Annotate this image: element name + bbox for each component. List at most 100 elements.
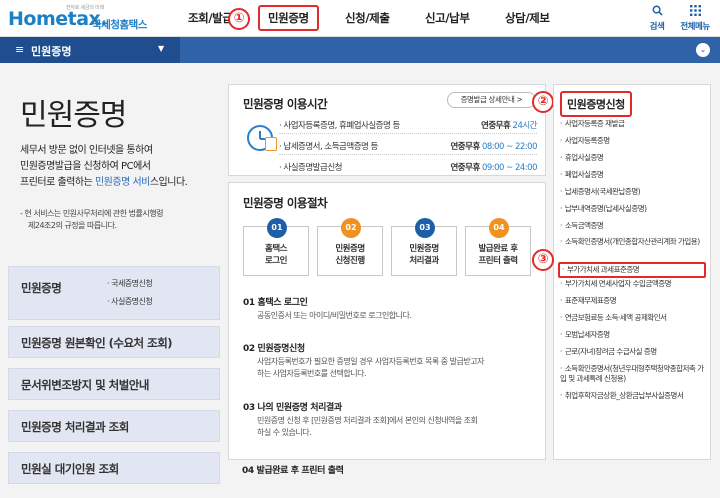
- apply-panel: 민원증명신청 사업자등록증 재발급 사업자등록증명 휴업사실증명 폐업사실증명 …: [553, 84, 711, 460]
- original-check-box[interactable]: 민원증명 원본확인 (수요처 조회): [8, 326, 220, 358]
- hours-time: 09:00 ~ 24:00: [481, 163, 538, 173]
- procedure-section-heading: 02 민원증명신청: [243, 344, 305, 354]
- desc-highlight: 민원증명 서비: [94, 177, 150, 188]
- apply-link[interactable]: 연금보험료등 소득·세액 공제확인서: [560, 313, 708, 323]
- step-line: 민원증명: [335, 244, 365, 254]
- nav-item-inquiry[interactable]: 조회/발급: [188, 10, 233, 26]
- hours-days: 연중무휴: [450, 163, 480, 173]
- apply-link[interactable]: 납부내역증명(납세사실증명): [560, 204, 708, 214]
- hours-row-value: 연중무휴 08:00 ~ 22:00: [450, 140, 537, 152]
- desc-text: 프린터로 출력하는: [20, 177, 95, 188]
- waiting-inquiry-label: 민원실 대기인원 조회: [21, 462, 119, 476]
- page-description: 세무서 방문 없이 인터넷을 통하여 민원증명발급을 신청하여 PC에서 프린터…: [20, 143, 220, 191]
- step-line: 홈택스: [265, 244, 287, 254]
- apply-link[interactable]: 납세증명서(국세완납증명): [560, 187, 708, 197]
- result-inquiry-box[interactable]: 민원증명 처리결과 조회: [8, 410, 220, 442]
- step-line: 신청진행: [335, 256, 365, 266]
- apply-link-vat-tax-base[interactable]: 부가가치세 과세표준증명: [558, 262, 706, 278]
- marker-2: ②: [532, 91, 554, 113]
- step-number: 03: [415, 218, 435, 238]
- nav-item-certificates[interactable]: 민원증명: [258, 5, 319, 31]
- procedure-title: 민원증명 이용절차: [243, 196, 328, 210]
- note-line: - 현 서비스는 민원사무처리에 관한 법률시행령: [20, 209, 163, 218]
- fact-certificate-link[interactable]: · 사실증명신청: [107, 296, 153, 307]
- procedure-section-text: 민원증명 신청 후 [민원증명 처리결과 조회]에서 본인의 신청내역을 조회하…: [257, 415, 527, 439]
- nav-item-consult[interactable]: 상담/제보: [505, 10, 550, 26]
- search-button[interactable]: 검색: [642, 5, 672, 32]
- page-title: 민원증명: [20, 98, 127, 133]
- document-icon: [265, 137, 277, 151]
- grid-icon: [680, 5, 710, 18]
- section-line: 사업자등록번호가 필요한 증명일 경우 사업자등록번호 목록 중 발급받고자: [257, 357, 484, 366]
- apply-link[interactable]: 사업자등록증 재발급: [560, 119, 708, 129]
- forgery-guide-box[interactable]: 문서위변조방지 및 처벌안내: [8, 368, 220, 400]
- hours-row: · 사업자등록증명, 휴폐업사실증명 등 연중무휴 24시간: [279, 115, 538, 134]
- waiting-inquiry-box[interactable]: 민원실 대기인원 조회: [8, 452, 220, 484]
- hours-row-label: · 사업자등록증명, 휴폐업사실증명 등: [279, 121, 400, 131]
- hamburger-icon: ≡: [15, 43, 25, 56]
- marker-1: ①: [228, 8, 250, 30]
- procedure-section-text: 공동인증서 또는 아이디/비밀번호로 로그인합니다.: [257, 310, 527, 322]
- certificate-box[interactable]: 민원증명 · 국세증명신청 · 사실증명신청: [8, 266, 220, 320]
- hours-row-value: 연중무휴 09:00 ~ 24:00: [450, 161, 537, 173]
- section-bar: ≡ 민원증명 ▼ ⌄: [0, 37, 720, 63]
- procedure-card: 민원증명 이용절차 01 홈택스 로그인 02 민원증명 신청진행 03 민원증명 처…: [228, 182, 546, 460]
- apply-link[interactable]: 소득금액증명: [560, 221, 708, 231]
- result-inquiry-label: 민원증명 처리결과 조회: [21, 420, 129, 434]
- apply-link[interactable]: 사업자등록증명: [560, 136, 708, 146]
- step-number: 04: [489, 218, 509, 238]
- apply-link[interactable]: 부가가치세 면세사업자 수입금액증명: [560, 279, 708, 289]
- legal-note: - 현 서비스는 민원사무처리에 관한 법률시행령 제24조2의 규정을 따릅니…: [20, 208, 220, 232]
- logo-subtitle: 국세청홈택스: [92, 19, 147, 31]
- forgery-guide-label: 문서위변조방지 및 처벌안내: [21, 378, 149, 392]
- hours-days: 연중무휴: [450, 142, 480, 152]
- procedure-section-heading: 04 발급완료 후 프린터 출력: [242, 466, 344, 476]
- step-text: 홈택스 로그인: [244, 243, 308, 267]
- hours-row: · 사실증명발급신청 연중무휴 09:00 ~ 24:00: [279, 157, 538, 176]
- step-line: 처리결과: [409, 256, 439, 266]
- hours-row-value: 연중무휴 24시간: [481, 119, 537, 131]
- hometax-logo[interactable]: 전자로 세금의 미래 Hometax. 국세청홈택스: [8, 4, 158, 34]
- apply-link[interactable]: 휴업사실증명: [560, 153, 708, 163]
- apply-link[interactable]: 표준재무제표증명: [560, 296, 708, 306]
- section-line: 민원증명 신청 후 [민원증명 처리결과 조회]에서 본인의 신청내역을 조회: [257, 416, 478, 425]
- top-header: 전자로 세금의 미래 Hometax. 국세청홈택스 조회/발급 민원증명 신청…: [0, 0, 720, 37]
- apply-link[interactable]: 모범납세자증명: [560, 330, 708, 340]
- apply-link[interactable]: 소득확인증명서(개인종합자산관리계좌 가입용): [560, 237, 708, 247]
- search-label: 검색: [649, 22, 665, 32]
- hours-time: 08:00 ~ 22:00: [481, 142, 538, 152]
- section-menu-toggle[interactable]: ≡ 민원증명 ▼: [0, 37, 180, 63]
- desc-line: 세무서 방문 없이 인터넷을 통하여: [20, 145, 153, 156]
- hours-row-label: · 납세증명서, 소득금액증명 등: [279, 142, 378, 152]
- step-line: 민원증명: [409, 244, 439, 254]
- chevron-down-icon[interactable]: ⌄: [696, 43, 710, 57]
- step-card: 04 발급완료 후 프린터 출력: [465, 218, 531, 276]
- apply-link[interactable]: 소득확인증명서(청년우대형주택청약종합저축 가입 및 과세특례 신청용): [560, 364, 708, 383]
- procedure-section-heading: 01 홈택스 로그인: [243, 298, 308, 308]
- apply-link[interactable]: 근로(자녀)장려금 수급사실 증명: [560, 347, 708, 357]
- original-check-label: 민원증명 원본확인 (수요처 조회): [21, 336, 173, 350]
- hours-card: 민원증명 이용시간 증명발급 상세안내 > · 사업자등록증명, 휴폐업사실증명…: [228, 84, 546, 176]
- step-line: 발급완료 후: [478, 244, 518, 254]
- procedure-section-text: 사업자등록번호가 필요한 증명일 경우 사업자등록번호 목록 중 발급받고자하는…: [257, 356, 527, 380]
- step-text: 민원증명처리결과: [392, 243, 456, 267]
- apply-panel-title: 민원증명신청: [560, 91, 632, 117]
- step-card: 01 홈택스 로그인: [243, 218, 309, 276]
- section-line: 하실 수 있습니다.: [257, 428, 312, 437]
- hours-time: 24시간: [512, 121, 538, 131]
- desc-line: 민원증명발급을 신청하여 PC에서: [20, 161, 151, 172]
- certificate-box-title: 민원증명: [21, 281, 62, 295]
- all-menu-label: 전체메뉴: [680, 22, 710, 32]
- nav-item-apply[interactable]: 신청/제출: [345, 10, 390, 26]
- nav-item-report-pay[interactable]: 신고/납부: [425, 10, 470, 26]
- apply-link[interactable]: 취업후학자금상환_상환금납부사실증명서: [560, 391, 708, 401]
- tax-certificate-link[interactable]: · 국세증명신청: [107, 278, 153, 289]
- section-line: 하는 사업자등록번호를 선택합니다.: [257, 369, 367, 378]
- step-card: 03 민원증명처리결과: [391, 218, 457, 276]
- detail-guide-button[interactable]: 증명발급 상세안내 >: [447, 92, 536, 108]
- apply-link[interactable]: 폐업사실증명: [560, 170, 708, 180]
- hours-row: · 납세증명서, 소득금액증명 등 연중무휴 08:00 ~ 22:00: [279, 136, 538, 155]
- hours-row-label: · 사실증명발급신청: [279, 163, 342, 173]
- all-menu-button[interactable]: 전체메뉴: [680, 5, 710, 32]
- caret-down-icon: ▼: [158, 44, 165, 53]
